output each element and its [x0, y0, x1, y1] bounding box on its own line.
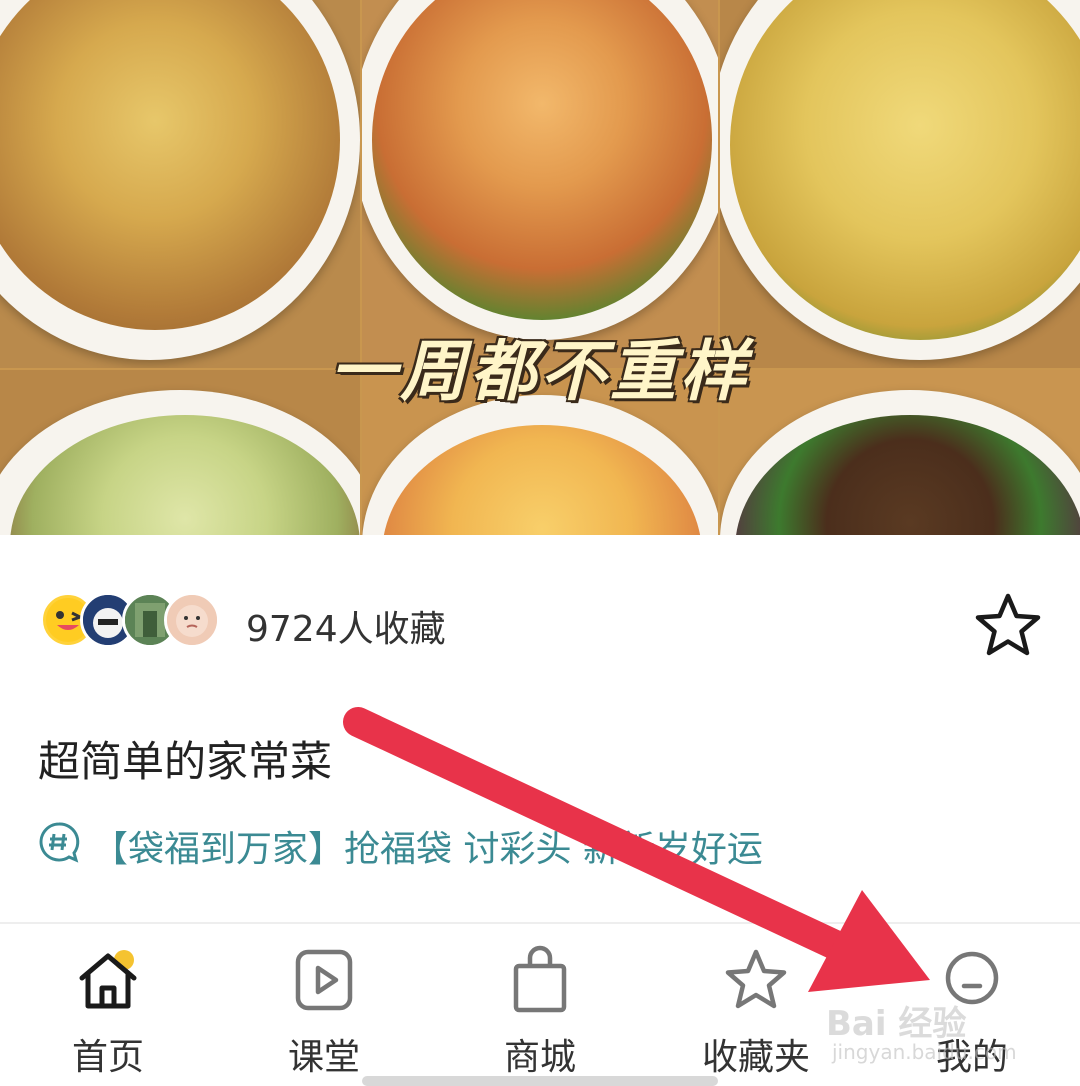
nav-label: 商城 [503, 1037, 576, 1078]
nav-label: 收藏夹 [701, 1037, 810, 1078]
recipe-cover-image[interactable]: 一周都不重样 [0, 0, 1080, 535]
avatar [164, 592, 220, 648]
home-icon [79, 950, 137, 1009]
nav-item-home[interactable]: 首页 [18, 924, 198, 1086]
nav-item-shop[interactable]: 商城 [450, 924, 630, 1086]
topic-tag[interactable]: 【袋福到万家】抢福袋 讨彩头 新新岁好运 [38, 818, 1038, 870]
topic-text: 【袋福到万家】抢福袋 讨彩头 新新岁好运 [92, 829, 763, 870]
star-icon [725, 949, 787, 1009]
food-photo-tile [362, 0, 718, 368]
nav-label: 课堂 [287, 1037, 360, 1078]
food-photo-tile [0, 0, 360, 368]
cover-caption: 一周都不重样 [330, 333, 750, 410]
shopping-bag-icon [513, 945, 567, 1013]
collect-count: 9724人收藏 [246, 609, 446, 650]
recipe-title: 超简单的家常菜 [38, 737, 333, 786]
nav-label: 首页 [71, 1037, 144, 1078]
play-icon [295, 949, 353, 1011]
star-icon [975, 593, 1041, 656]
hashtag-bubble-icon [39, 822, 80, 863]
nav-item-favorites[interactable]: 收藏夹 [666, 924, 846, 1086]
favorite-star-button[interactable] [972, 590, 1044, 662]
nav-item-classroom[interactable]: 课堂 [234, 924, 414, 1086]
collectors-row: 9724人收藏 [40, 590, 1041, 656]
collector-avatars [40, 592, 230, 652]
food-photo-tile [720, 0, 1080, 368]
baidu-watermark-logo: Bai 经验 [826, 1004, 967, 1044]
baidu-watermark-url: jingyan.baidu.com [832, 1040, 1017, 1064]
home-indicator[interactable] [362, 1076, 718, 1086]
